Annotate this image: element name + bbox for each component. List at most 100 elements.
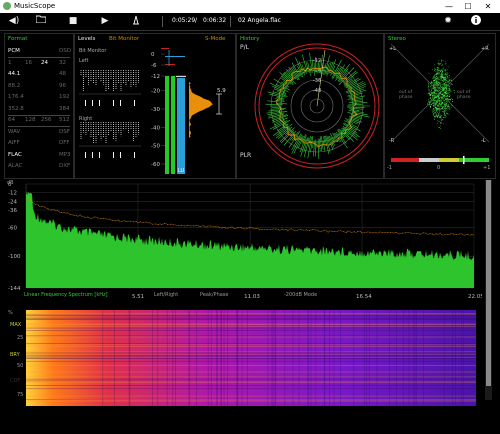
svg-text:-24: -24 xyxy=(8,199,17,205)
svg-text:-60: -60 xyxy=(151,162,160,168)
toolbar: ◀) ■ ▶ 0:05:29 / 0:06:32 02 Angela.flac … xyxy=(0,13,500,31)
svg-text:22.05: 22.05 xyxy=(468,294,482,300)
toolbar-divider xyxy=(162,16,163,27)
peak-phase-mode[interactable]: Peak/Phase xyxy=(200,292,229,298)
history-radar: -12-24-36-48 xyxy=(254,43,380,169)
spectrogram-image xyxy=(26,310,476,406)
info-icon[interactable] xyxy=(469,15,483,27)
svg-text:0: 0 xyxy=(151,52,155,58)
plr-label: PLR xyxy=(240,152,252,159)
bit-monitor-graph xyxy=(79,70,141,158)
svg-text:-6: -6 xyxy=(151,63,157,69)
corr-minus-label: -1 xyxy=(387,165,392,171)
format-divider xyxy=(8,57,70,58)
history-panel: History P/L PLR -12-24-36-48 xyxy=(236,33,384,179)
format-cell: 24 xyxy=(41,59,48,66)
levels-title: Levels xyxy=(78,36,96,42)
format-cell: 88.2 xyxy=(8,82,21,89)
minimize-button[interactable]: — xyxy=(440,0,458,13)
s-mode-label[interactable]: S-Mode xyxy=(205,36,225,42)
format-cell: ALAC xyxy=(8,163,23,169)
format-cell: 44.1 xyxy=(8,71,21,77)
format-cell: DSF xyxy=(59,128,70,135)
format-title: Format xyxy=(8,36,28,42)
format-cell: FLAC xyxy=(8,151,22,158)
toolbar-divider xyxy=(230,16,231,27)
total-time: 0:06:32 xyxy=(203,17,227,24)
format-cell: 64 xyxy=(8,117,15,123)
bit-monitor-mode[interactable]: Bit Monitor xyxy=(109,36,139,42)
play-icon[interactable]: ▶ xyxy=(98,15,112,27)
format-cell: WAV xyxy=(8,128,21,135)
format-panel: Format PCM DSD 1 16 24 32 44.1 48 88.2 96 176.4 192… xyxy=(4,33,74,179)
svg-text:-20: -20 xyxy=(151,89,160,95)
max-label: MAX xyxy=(10,322,22,328)
svg-text:-100: -100 xyxy=(8,254,21,260)
format-cell: 32 xyxy=(59,59,66,66)
corr-zero-label: 0 xyxy=(437,165,441,171)
stereo-title: Stereo xyxy=(388,36,406,42)
format-cell: 176.4 xyxy=(8,94,24,100)
svg-text:-12: -12 xyxy=(8,191,17,197)
percent-unit: % xyxy=(8,310,13,316)
title-bar: MusicScope — ☐ ✕ xyxy=(0,0,500,13)
metronome-icon[interactable] xyxy=(129,15,143,27)
format-cell: DFF xyxy=(59,140,70,146)
format-cell: 256 xyxy=(41,117,52,123)
scrollbar[interactable] xyxy=(485,180,492,400)
spectrum-graph: 0 -12 -24 -36 -60 -100 -144 5.51 11.03 16.54 22.05 xyxy=(8,182,482,300)
format-cell: 384 xyxy=(59,105,70,112)
format-cell: 192 xyxy=(59,94,70,100)
format-cell: 1 xyxy=(8,59,12,66)
format-cell: 352.8 xyxy=(8,105,24,112)
spectrogram-panel: % MAX BRY COF 25 50 75 xyxy=(4,308,482,408)
volume-icon[interactable]: ◀) xyxy=(7,15,21,27)
correlation-meter xyxy=(391,156,489,164)
svg-text:-36: -36 xyxy=(8,208,17,214)
db200-mode[interactable]: -200dB Mode xyxy=(284,292,317,298)
format-divider xyxy=(8,114,70,116)
corr-plus-label: +1 xyxy=(483,165,491,171)
maximize-button[interactable]: ☐ xyxy=(459,0,477,13)
svg-text:-60: -60 xyxy=(8,225,17,231)
spectrum-axis-label: Linear Frequency Spectrum [kHz] xyxy=(24,292,108,298)
format-cell: AIFF xyxy=(8,140,20,146)
tick-75: 75 xyxy=(17,392,24,398)
close-button[interactable]: ✕ xyxy=(479,0,497,13)
svg-text:-144: -144 xyxy=(8,286,21,292)
format-cell: 128 xyxy=(25,117,36,123)
format-cell: DSD xyxy=(59,48,71,54)
tick-50: 50 xyxy=(17,363,24,369)
cof-label: COF xyxy=(10,378,21,384)
svg-text:16.54: 16.54 xyxy=(356,294,372,300)
open-folder-icon[interactable] xyxy=(34,15,48,27)
svg-text:5.51: 5.51 xyxy=(132,294,144,300)
format-cell: PCM xyxy=(8,48,20,54)
svg-text:LU: LU xyxy=(178,168,185,174)
svg-text:11.03: 11.03 xyxy=(244,294,260,300)
scrollbar-thumb[interactable] xyxy=(486,180,491,386)
format-cell: 48 xyxy=(59,71,66,77)
svg-text:-50: -50 xyxy=(151,144,160,150)
svg-text:0: 0 xyxy=(8,182,12,188)
bry-label: BRY xyxy=(10,352,20,358)
svg-text:5.9: 5.9 xyxy=(217,88,226,94)
format-cell: DXF xyxy=(59,163,71,169)
format-cell: 96 xyxy=(59,82,66,89)
window-title: MusicScope xyxy=(14,2,56,10)
svg-text:-12: -12 xyxy=(151,74,160,80)
stereo-scope xyxy=(391,44,489,143)
stereo-panel: Stereo +L +R -R -L out of phase out of p… xyxy=(384,33,496,179)
tick-25: 25 xyxy=(17,335,24,341)
spectrum-panel: dB 0 -12 -24 -36 -60 -100 -144 5.51 11.03 16.54 22… xyxy=(4,180,482,306)
track-name: 02 Angela.flac xyxy=(238,17,281,24)
levels-panel: Levels Bit Monitor S-Mode Bit Monitor Le… xyxy=(74,33,236,179)
format-cell: MP3 xyxy=(59,151,71,158)
left-right-mode[interactable]: Left/Right xyxy=(154,292,178,298)
svg-text:-30: -30 xyxy=(151,107,160,113)
settings-gear-icon[interactable]: ✹ xyxy=(441,15,455,27)
pl-label: P/L xyxy=(240,44,249,51)
format-cell: 16 xyxy=(25,59,32,66)
stop-icon[interactable]: ■ xyxy=(66,15,80,27)
bit-monitor-label: Bit Monitor xyxy=(79,48,107,54)
